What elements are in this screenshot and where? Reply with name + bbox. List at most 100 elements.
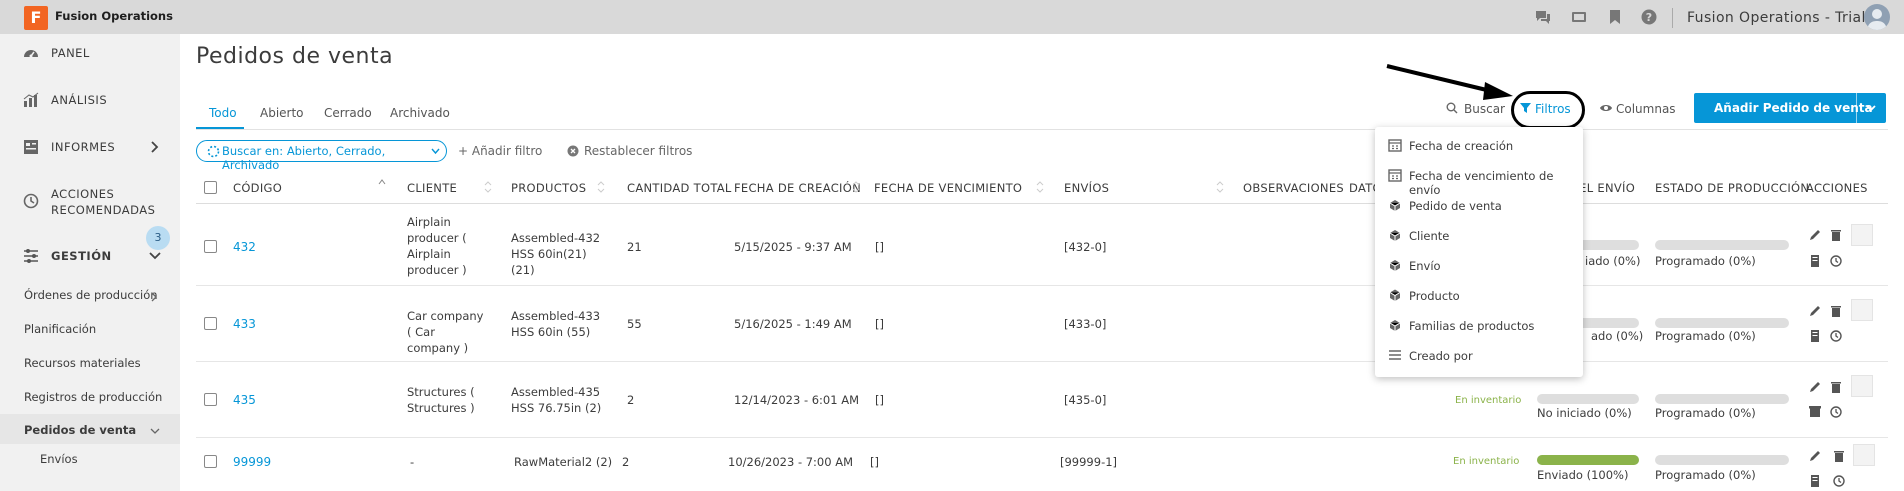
column-header-shipments[interactable]: ENVÍOS bbox=[1064, 181, 1109, 195]
more-actions-button[interactable] bbox=[1851, 224, 1873, 246]
add-sales-order-button[interactable]: Añadir Pedido de venta bbox=[1694, 93, 1886, 123]
column-header-due-date[interactable]: FECHA DE VENCIMIENTO bbox=[874, 181, 1022, 195]
filter-option-label: Envío bbox=[1409, 259, 1441, 273]
archive-icon[interactable] bbox=[1808, 405, 1822, 419]
sort-asc-icon[interactable] bbox=[378, 178, 386, 186]
column-header-products[interactable]: PRODUCTOS bbox=[511, 181, 586, 195]
sort-icon[interactable] bbox=[597, 181, 605, 193]
sidebar-subitem-material-resources[interactable]: Recursos materiales bbox=[24, 356, 141, 370]
column-header-code[interactable]: CÓDIGO bbox=[233, 181, 282, 195]
chevron-down-icon bbox=[150, 428, 160, 434]
tab-all[interactable]: Todo bbox=[209, 106, 237, 120]
sidebar-subitem-sales-orders[interactable]: Pedidos de venta bbox=[24, 423, 136, 437]
history-icon[interactable] bbox=[1829, 329, 1843, 343]
select-all-checkbox[interactable] bbox=[204, 181, 217, 194]
archive-icon[interactable] bbox=[1808, 329, 1822, 343]
columns-button[interactable]: Columnas bbox=[1600, 102, 1676, 116]
order-code-link[interactable]: 99999 bbox=[233, 454, 271, 470]
delete-icon[interactable] bbox=[1829, 304, 1843, 318]
avatar[interactable] bbox=[1864, 4, 1890, 30]
account-name[interactable]: Fusion Operations - Trial bbox=[1687, 10, 1866, 26]
history-icon[interactable] bbox=[1829, 405, 1843, 419]
sidebar-item-label: GESTIÓN bbox=[51, 249, 112, 263]
help-icon[interactable]: ? bbox=[1641, 9, 1657, 25]
sidebar-subitem-production-records[interactable]: Registros de producción bbox=[24, 390, 162, 404]
delete-icon[interactable] bbox=[1832, 449, 1846, 463]
column-header-notes[interactable]: OBSERVACIONES bbox=[1243, 181, 1344, 195]
due-date-cell: [] bbox=[875, 240, 884, 254]
sidebar-item-recommended-actions[interactable]: ACCIONES RECOMENDADAS bbox=[0, 180, 180, 222]
shipments-cell: [433-0] bbox=[1064, 317, 1107, 331]
tab-closed[interactable]: Cerrado bbox=[324, 106, 372, 120]
column-header-creation-date[interactable]: FECHA DE CREACIÓN bbox=[734, 181, 861, 195]
customer-cell: - bbox=[410, 455, 415, 469]
chevron-right-icon bbox=[151, 292, 157, 302]
filter-option-label: Producto bbox=[1409, 289, 1460, 303]
history-icon[interactable] bbox=[1829, 254, 1843, 268]
sidebar-item-panel[interactable]: PANEL bbox=[0, 39, 180, 67]
order-code-link[interactable]: 432 bbox=[233, 239, 256, 255]
row-checkbox[interactable] bbox=[204, 240, 217, 253]
sort-icon[interactable] bbox=[1036, 181, 1044, 193]
shipping-status-text: iado (0%) bbox=[1585, 254, 1641, 268]
reset-filters-button[interactable]: Restablecer filtros bbox=[567, 144, 692, 158]
app-logo[interactable]: F bbox=[24, 6, 48, 30]
tab-archived[interactable]: Archivado bbox=[390, 106, 450, 120]
add-filter-button[interactable]: + Añadir filtro bbox=[458, 144, 542, 158]
sidebar-subitem-production-orders[interactable]: Órdenes de producción bbox=[24, 288, 158, 302]
column-header-customer[interactable]: CLIENTE bbox=[407, 181, 457, 195]
add-sales-order-label: Añadir Pedido de venta bbox=[1714, 101, 1873, 115]
bookmark-icon[interactable] bbox=[1607, 9, 1623, 25]
more-actions-button[interactable] bbox=[1853, 444, 1875, 466]
filter-option-label: Creado por bbox=[1409, 349, 1473, 363]
column-header-production-status[interactable]: ESTADO DE PRODUCCIÓN bbox=[1655, 181, 1809, 195]
more-actions-button[interactable] bbox=[1851, 299, 1873, 321]
edit-icon[interactable] bbox=[1808, 228, 1822, 242]
edit-icon[interactable] bbox=[1808, 304, 1822, 318]
order-code-link[interactable]: 435 bbox=[233, 392, 256, 408]
chevron-down-icon[interactable] bbox=[1864, 101, 1878, 115]
sort-icon[interactable] bbox=[484, 181, 492, 193]
search-scope-filter-chip[interactable]: Buscar en: Abierto, Cerrado, Archivado bbox=[196, 140, 447, 172]
history-icon[interactable] bbox=[1832, 474, 1846, 488]
row-checkbox[interactable] bbox=[204, 317, 217, 330]
sidebar-item-label-line2: RECOMENDADAS bbox=[51, 203, 156, 217]
row-checkbox[interactable] bbox=[204, 393, 217, 406]
quantity-cell: 2 bbox=[622, 455, 630, 469]
chat-icon[interactable] bbox=[1535, 9, 1551, 25]
filter-option-customer[interactable]: Cliente bbox=[1375, 220, 1583, 250]
sidebar-subitem-planning[interactable]: Planificación bbox=[24, 322, 96, 336]
sidebar-subitem-shipments[interactable]: Envíos bbox=[40, 452, 78, 466]
sort-icon[interactable] bbox=[1216, 181, 1224, 193]
shipping-status-text: Enviado (100%) bbox=[1537, 468, 1629, 482]
filter-option-product-families[interactable]: Familias de productos bbox=[1375, 310, 1583, 340]
display-icon[interactable] bbox=[1571, 9, 1587, 25]
filter-option-product[interactable]: Producto bbox=[1375, 280, 1583, 310]
filter-option-creation-date[interactable]: Fecha de creación bbox=[1375, 130, 1583, 160]
sliders-icon bbox=[24, 249, 38, 263]
archive-icon[interactable] bbox=[1808, 254, 1822, 268]
list-icon bbox=[1389, 350, 1401, 360]
search-button[interactable]: Buscar bbox=[1446, 102, 1505, 116]
filter-option-label: Fecha de creación bbox=[1409, 139, 1514, 153]
filter-option-sales-order[interactable]: Pedido de venta bbox=[1375, 190, 1583, 220]
edit-icon[interactable] bbox=[1808, 380, 1822, 394]
column-header-total-quantity[interactable]: CANTIDAD TOTAL bbox=[627, 181, 732, 195]
filter-option-shipping-due-date[interactable]: Fecha de vencimiento de envío bbox=[1375, 160, 1583, 197]
archive-icon[interactable] bbox=[1808, 474, 1822, 488]
sidebar-item-analysis[interactable]: ANÁLISIS bbox=[0, 86, 180, 114]
filter-option-shipment[interactable]: Envío bbox=[1375, 250, 1583, 280]
tab-open[interactable]: Abierto bbox=[260, 106, 304, 120]
sort-icon[interactable] bbox=[852, 181, 860, 193]
delete-icon[interactable] bbox=[1829, 380, 1843, 394]
delete-icon[interactable] bbox=[1829, 228, 1843, 242]
order-code-link[interactable]: 433 bbox=[233, 316, 256, 332]
edit-icon[interactable] bbox=[1808, 449, 1822, 463]
more-actions-button[interactable] bbox=[1851, 375, 1873, 397]
sidebar-item-reports[interactable]: INFORMES bbox=[0, 133, 180, 161]
calendar-icon bbox=[1388, 139, 1402, 152]
filter-option-created-by[interactable]: Creado por bbox=[1375, 340, 1583, 370]
dashboard-icon bbox=[24, 50, 38, 58]
sidebar-item-management[interactable]: GESTIÓN bbox=[0, 242, 180, 270]
row-checkbox[interactable] bbox=[204, 455, 217, 468]
